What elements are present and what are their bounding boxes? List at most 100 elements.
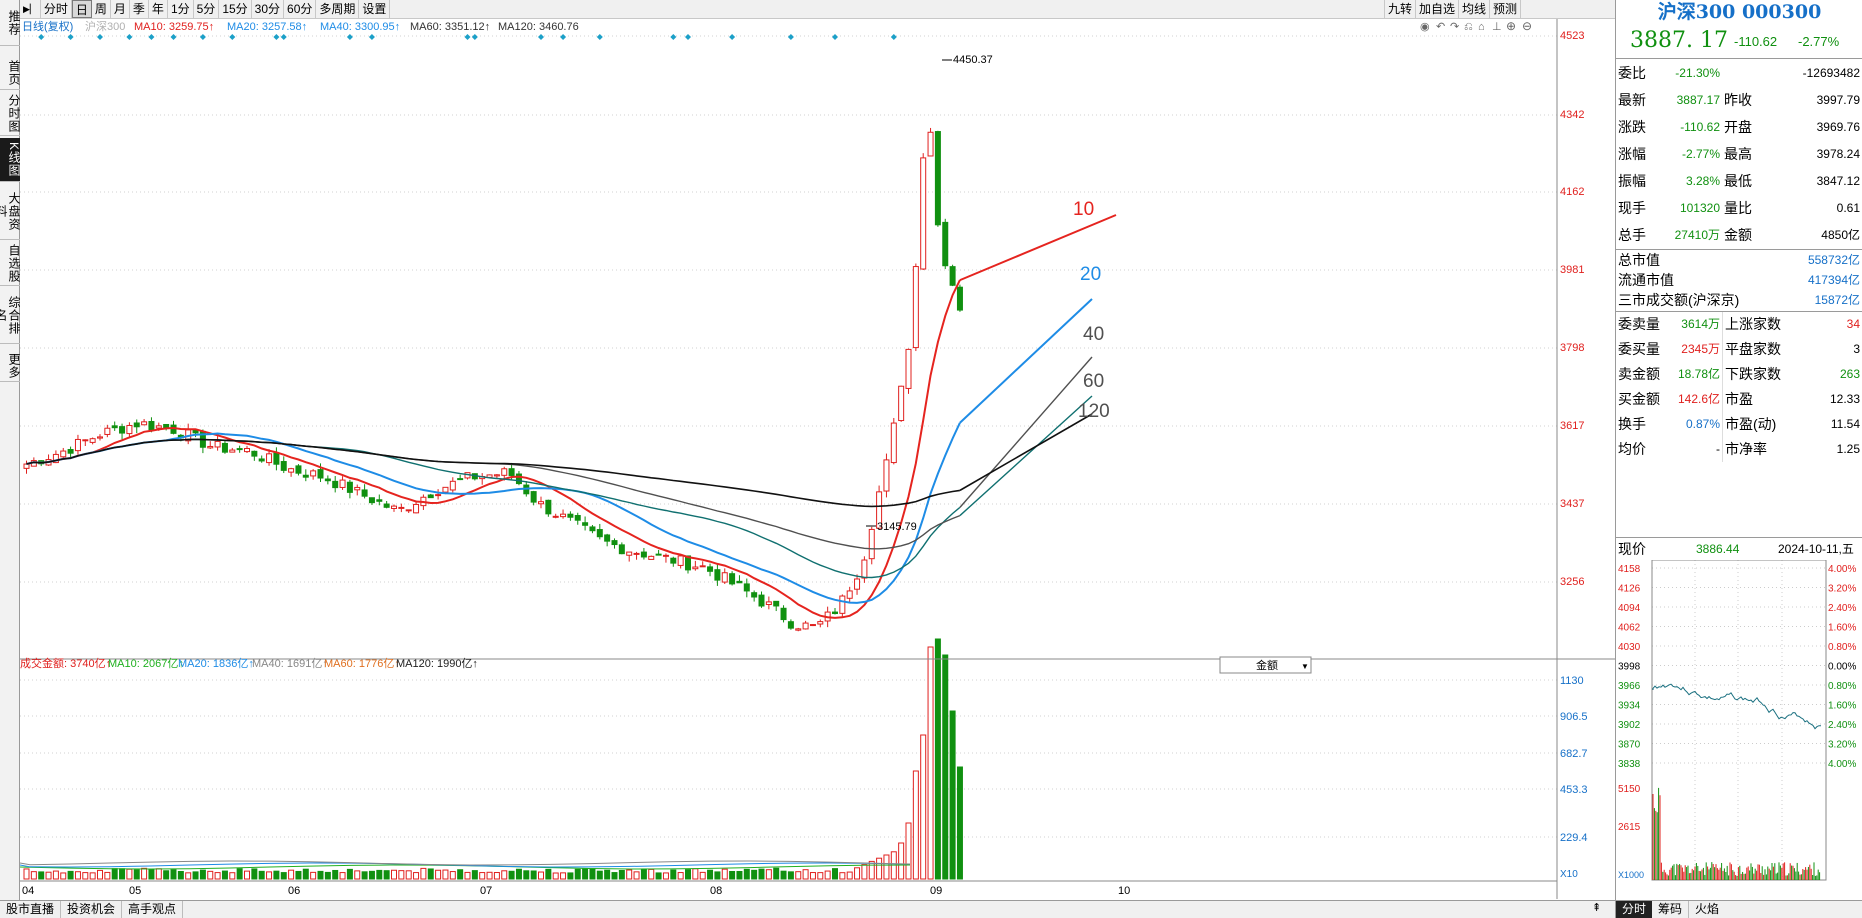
tab-multi-period[interactable]: 多周期 bbox=[316, 0, 360, 18]
draw-icon[interactable]: ⎌ bbox=[1464, 21, 1473, 33]
intraday-mini-chart[interactable]: 4158 4.00% 4126 3.20% 4094 2.40% 4062 1.60% 4030… bbox=[1616, 560, 1862, 900]
tab-30min[interactable]: 30分 bbox=[252, 0, 285, 18]
volume-bar bbox=[530, 870, 537, 880]
price-tick: 3256 bbox=[1560, 576, 1584, 588]
tab-opportunity[interactable]: 投资机会 bbox=[61, 901, 123, 918]
kline-chart-area[interactable]: 4523 4342 4162 3981 3798 3617 3437 3256 … bbox=[20, 19, 1615, 899]
pin-icon[interactable]: ⊥ bbox=[1492, 21, 1502, 33]
undo-icon[interactable]: ↶ bbox=[1436, 21, 1445, 33]
volume-bar bbox=[920, 734, 927, 880]
market-row-value: 558732亿 bbox=[1807, 253, 1860, 267]
tab-live[interactable]: 股市直播 bbox=[0, 901, 62, 918]
volume-bar bbox=[391, 869, 397, 880]
chevron-down-icon[interactable]: ▼ bbox=[1301, 662, 1309, 671]
stat-key2: 市盈(动) bbox=[1722, 412, 1776, 437]
tab-15min[interactable]: 15分 bbox=[219, 0, 252, 18]
stat-value2: 11.54 bbox=[1830, 417, 1860, 431]
nav-recommend[interactable]: 推荐 bbox=[0, 0, 21, 46]
redo-icon[interactable]: ↷ bbox=[1450, 21, 1459, 33]
settings-button[interactable]: 设置 bbox=[359, 0, 391, 18]
quote-row-key: 振幅 bbox=[1618, 173, 1646, 189]
candle bbox=[648, 555, 655, 560]
mini-frame bbox=[1651, 560, 1827, 881]
kline-chart-svg[interactable]: 4523 4342 4162 3981 3798 3617 3437 3256 … bbox=[20, 19, 1615, 899]
volume-bar bbox=[368, 870, 375, 880]
volume-bar bbox=[170, 869, 177, 880]
month-label: 09 bbox=[930, 885, 942, 897]
tab-weekly[interactable]: 周 bbox=[92, 0, 111, 18]
low-label: 3145.79 bbox=[877, 521, 917, 533]
predict-button[interactable]: 预测 bbox=[1490, 0, 1522, 18]
market-row: 三市成交额(沪深京) 15872亿 bbox=[1616, 290, 1862, 310]
nav-watchlist[interactable]: 自选股 bbox=[0, 242, 21, 286]
scroll-top-icon[interactable]: ⇞ bbox=[1592, 901, 1601, 914]
tab-yearly[interactable]: 年 bbox=[149, 0, 168, 18]
stat-key: 买金额 bbox=[1618, 391, 1660, 407]
now-value: 3886.44 bbox=[1696, 542, 1740, 556]
tab-expert-view[interactable]: 高手观点 bbox=[122, 901, 184, 918]
vol-legend-ma120: MA120: 1990亿↑ bbox=[396, 657, 478, 670]
mini-tab-flame[interactable]: 火焰 bbox=[1689, 901, 1725, 918]
market-row-key: 总市值 bbox=[1618, 252, 1660, 268]
nav-timeshare[interactable]: 分时图 bbox=[0, 92, 21, 136]
volume-bar bbox=[192, 871, 199, 880]
zoom-out-icon[interactable]: ⊖ bbox=[1522, 19, 1532, 33]
mini-tab-chips[interactable]: 筹码 bbox=[1652, 901, 1690, 918]
mini-vol-unit: X1000 bbox=[1618, 870, 1644, 880]
quote-row-value: 3.28% bbox=[1685, 174, 1720, 188]
volume-bar bbox=[236, 868, 243, 880]
stat-key2: 市净率 bbox=[1722, 437, 1767, 462]
tab-quarterly[interactable]: 季 bbox=[130, 0, 149, 18]
ma-button[interactable]: 均线 bbox=[1459, 0, 1491, 18]
volume-bar bbox=[457, 869, 464, 880]
market-row: 总市值 558732亿 bbox=[1616, 250, 1862, 270]
nav-market-data[interactable]: 大盘资料 bbox=[0, 184, 21, 240]
tab-daily[interactable]: 日 bbox=[71, 0, 92, 18]
volume-bar bbox=[545, 868, 552, 880]
volume-bar bbox=[244, 870, 250, 880]
ma40-end-label: 40 bbox=[1083, 324, 1104, 345]
legend-ma40: MA40: 3300.95↑ bbox=[320, 21, 400, 33]
quote-panel: 沪深300 000300 3887. 17 -110.62 -2.77% 委比 -… bbox=[1615, 0, 1862, 918]
candle bbox=[934, 130, 941, 227]
volume-bar bbox=[420, 867, 427, 880]
mini-pct-tick: 0.80% bbox=[1828, 681, 1856, 692]
tab-monthly[interactable]: 月 bbox=[111, 0, 130, 18]
mini-price-tick: 3966 bbox=[1618, 681, 1641, 692]
lock-icon[interactable]: ⌂ bbox=[1478, 21, 1485, 33]
divider bbox=[1616, 58, 1862, 59]
tab-60min[interactable]: 60分 bbox=[284, 0, 317, 18]
volume-bar bbox=[817, 872, 824, 880]
nav-home[interactable]: 首页 bbox=[0, 56, 21, 90]
tab-timeshare[interactable]: 分时 bbox=[41, 0, 72, 18]
quote-row-value: 27410万 bbox=[1674, 228, 1720, 242]
vol-selector-label[interactable]: 金额 bbox=[1256, 658, 1278, 672]
market-row-value: 417394亿 bbox=[1807, 273, 1860, 287]
mini-tab-timeshare[interactable]: 分时 bbox=[1616, 901, 1653, 918]
quote-row-value: -21.30% bbox=[1675, 66, 1720, 80]
legend-ma10: MA10: 3259.75↑ bbox=[134, 21, 214, 33]
add-watchlist-button[interactable]: 加自选 bbox=[1416, 0, 1460, 18]
volume-bar bbox=[787, 871, 794, 880]
legend-mode[interactable]: 日线(复权) bbox=[22, 19, 73, 33]
quote-row-key: 委比 bbox=[1618, 65, 1646, 81]
volume-bar bbox=[89, 872, 96, 880]
nav-ranking[interactable]: 综合排名 bbox=[0, 288, 21, 344]
zoom-in-icon[interactable]: ⊕ bbox=[1506, 19, 1516, 33]
nav-kline[interactable]: K线图 bbox=[0, 138, 21, 182]
vol-legend-ma20: MA20: 1836亿↑ bbox=[178, 657, 254, 670]
volume-bar bbox=[567, 872, 574, 880]
nav-more[interactable]: 更多 bbox=[0, 350, 21, 382]
mini-price-tick: 4030 bbox=[1618, 642, 1641, 653]
now-label: 现价 bbox=[1618, 541, 1646, 557]
volume-bar bbox=[714, 871, 721, 880]
toolbar-prev-icon[interactable]: ▶▏ bbox=[20, 0, 41, 18]
nine-turn-button[interactable]: 九转 bbox=[1384, 0, 1417, 18]
tab-1min[interactable]: 1分 bbox=[168, 0, 194, 18]
eye-icon[interactable]: ◉ bbox=[1420, 21, 1430, 33]
tab-5min[interactable]: 5分 bbox=[194, 0, 220, 18]
quote-row-key: 涨跌 bbox=[1618, 119, 1646, 135]
volume-bar bbox=[464, 871, 471, 880]
month-label: 07 bbox=[480, 885, 492, 897]
volume-bar bbox=[346, 868, 353, 880]
